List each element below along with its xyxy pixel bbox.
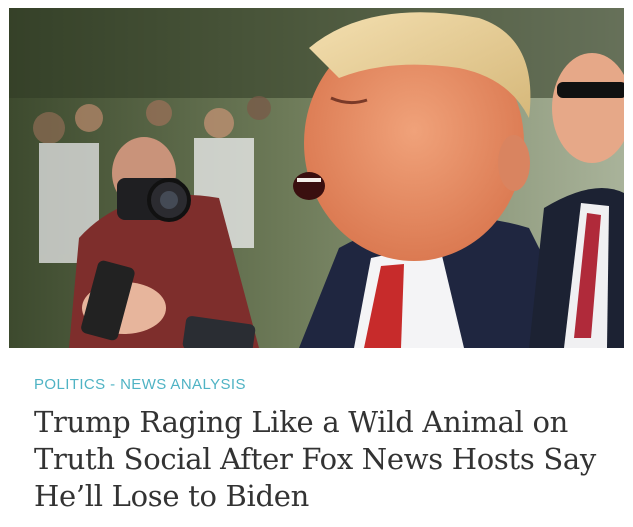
article-category[interactable]: POLITICS - NEWS ANALYSIS (34, 376, 246, 393)
article-headline[interactable]: Trump Raging Like a Wild Animal on Truth… (34, 404, 609, 515)
article-photo[interactable] (9, 8, 624, 348)
photo-illustration (9, 8, 624, 348)
article-card[interactable]: POLITICS - NEWS ANALYSIS Trump Raging Li… (0, 0, 633, 527)
